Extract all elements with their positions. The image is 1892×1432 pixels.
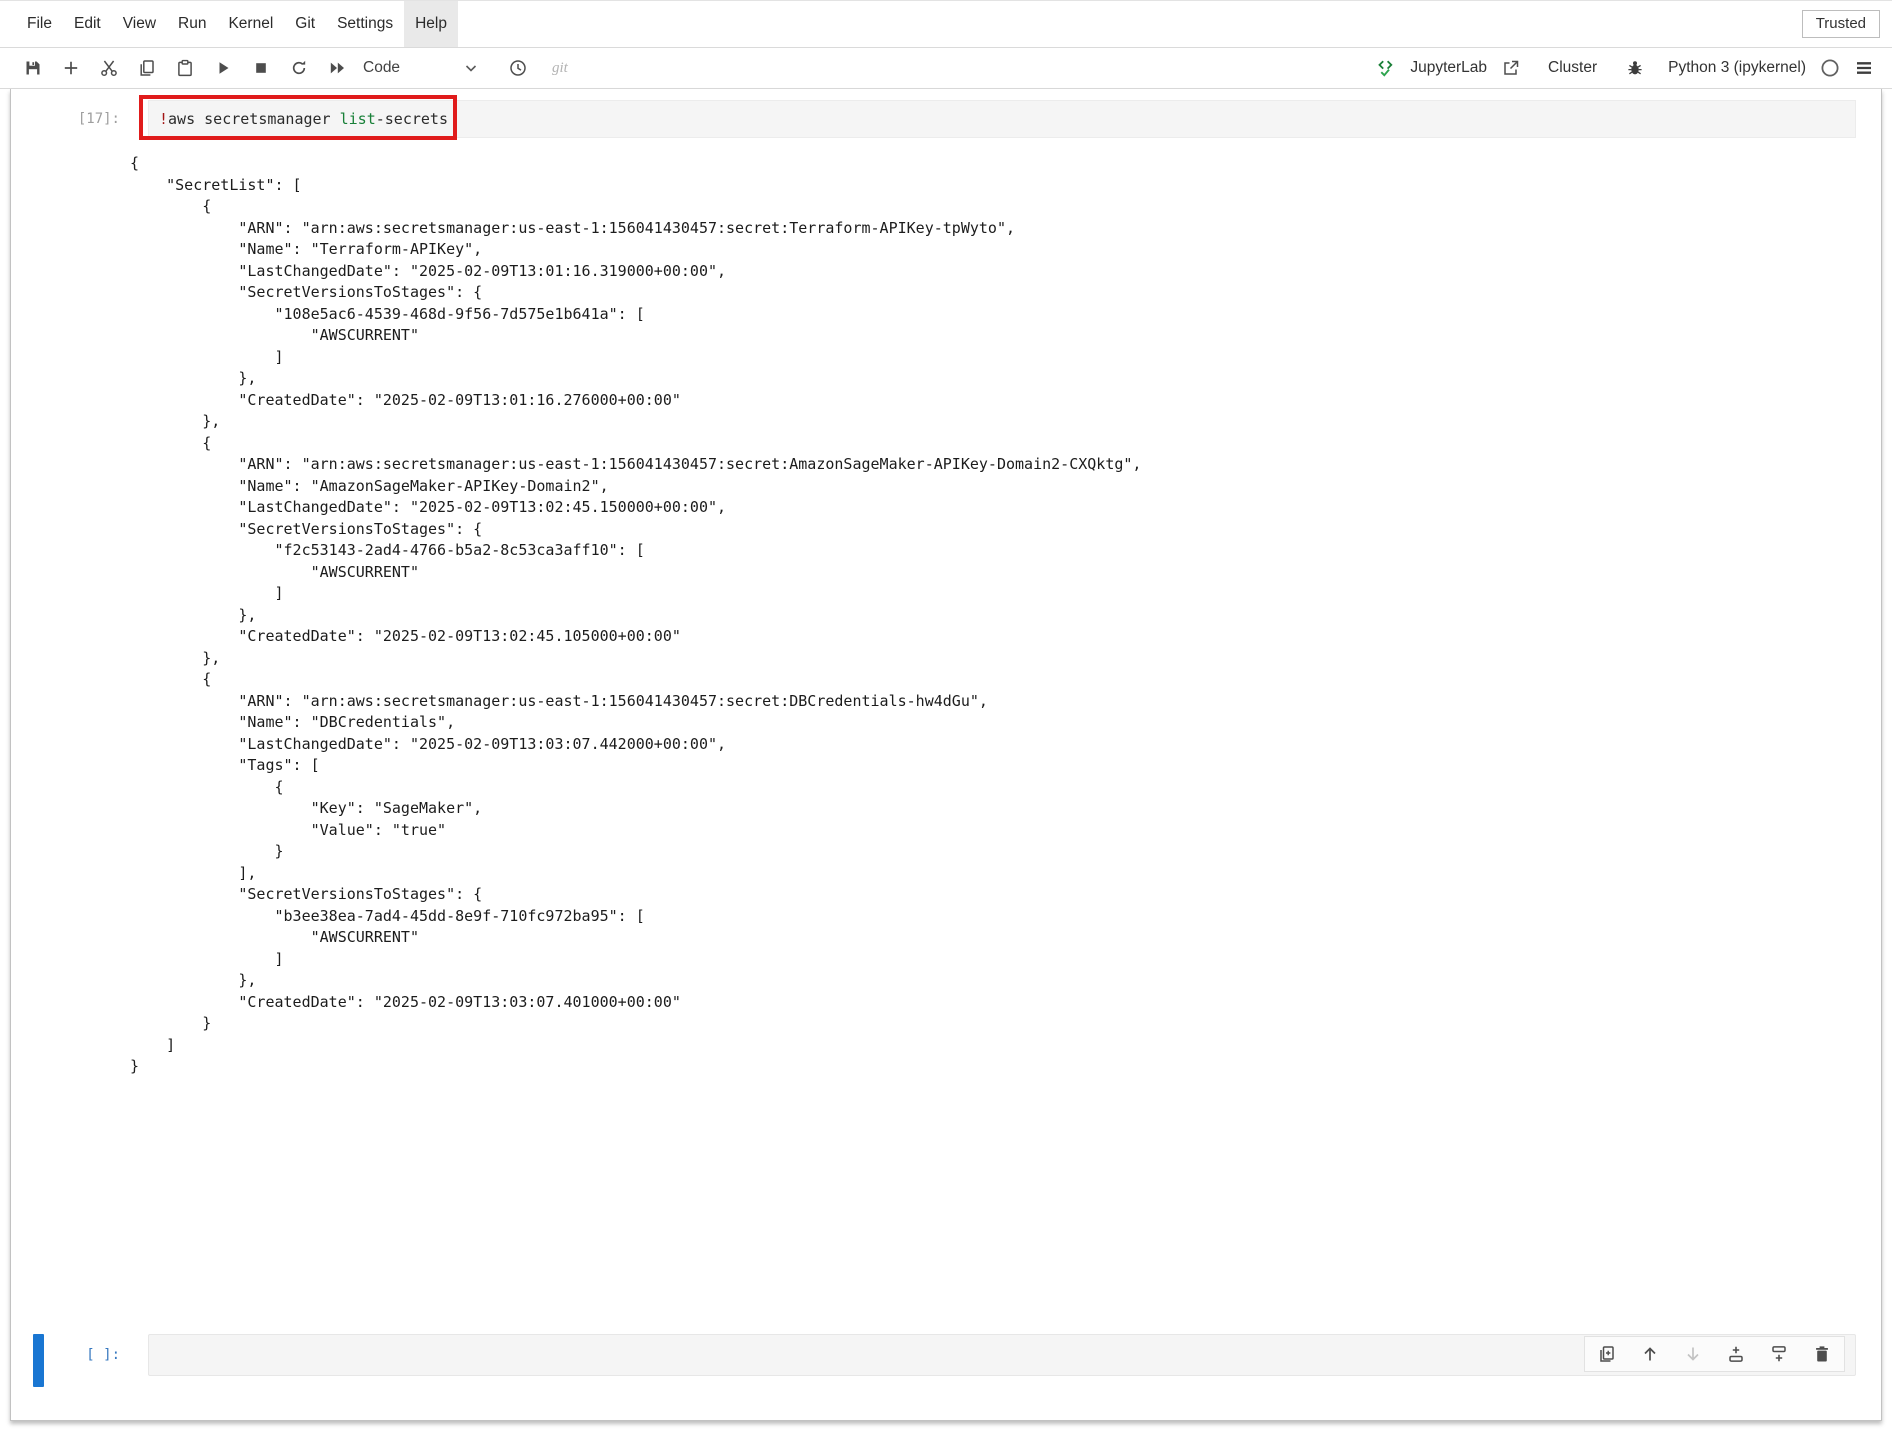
empty-cell-prompt: [ ]: — [11, 1334, 148, 1390]
code-cell: [17]: !aws secretsmanager list-secrets — [11, 89, 1881, 138]
chevron-down-icon — [460, 58, 481, 79]
trusted-button[interactable]: Trusted — [1802, 10, 1880, 38]
execution-count-prompt: [17]: — [11, 100, 148, 138]
notebook-toolbar: Code git JupyterLab Cluster — [0, 48, 1892, 89]
cell-type-select[interactable]: Code — [363, 58, 481, 79]
menu-bar: FileEditViewRunKernelGitSettingsHelp Tru… — [0, 0, 1892, 48]
menu-help[interactable]: Help — [404, 1, 458, 47]
duplicate-cell-icon[interactable] — [1597, 1344, 1617, 1364]
menu-view[interactable]: View — [112, 1, 167, 47]
menu-git[interactable]: Git — [284, 1, 326, 47]
restart-kernel-icon[interactable] — [288, 58, 309, 79]
insert-cell-below-icon[interactable] — [1769, 1344, 1789, 1364]
run-all-icon[interactable] — [326, 58, 347, 79]
cut-cell-icon[interactable] — [98, 58, 119, 79]
copy-cell-icon[interactable] — [136, 58, 157, 79]
cell-type-label: Code — [363, 59, 400, 77]
cell-gap — [11, 1078, 1881, 1334]
save-icon[interactable] — [22, 58, 43, 79]
menu-edit[interactable]: Edit — [63, 1, 112, 47]
code-check-icon — [1376, 58, 1397, 79]
paste-cell-icon[interactable] — [174, 58, 195, 79]
jupyterlab-link-label[interactable]: JupyterLab — [1410, 59, 1487, 77]
menu-settings[interactable]: Settings — [326, 1, 404, 47]
cell-output: { "SecretList": [ { "ARN": "arn:aws:secr… — [130, 153, 1881, 1078]
run-icon[interactable] — [212, 58, 233, 79]
move-cell-down-icon[interactable] — [1683, 1344, 1703, 1364]
empty-code-cell: [ ]: — [11, 1334, 1881, 1390]
cell-toolbar — [1584, 1336, 1845, 1372]
insert-cell-above-icon[interactable] — [1726, 1344, 1746, 1364]
red-annotation-box — [139, 95, 457, 140]
move-cell-up-icon[interactable] — [1640, 1344, 1660, 1364]
git-status-indicator: git — [552, 60, 568, 77]
debugger-bug-icon[interactable] — [1624, 58, 1645, 79]
cluster-link-label[interactable]: Cluster — [1548, 59, 1597, 77]
delete-cell-icon[interactable] — [1812, 1344, 1832, 1364]
menu-file[interactable]: File — [16, 1, 63, 47]
menu-kernel[interactable]: Kernel — [217, 1, 284, 47]
toolbar-left-icons — [22, 58, 347, 79]
external-link-icon[interactable] — [1500, 58, 1521, 79]
menu-bar-items: FileEditViewRunKernelGitSettingsHelp — [16, 1, 458, 47]
notebook-panel: [17]: !aws secretsmanager list-secrets {… — [10, 89, 1882, 1421]
kernel-name-label[interactable]: Python 3 (ipykernel) — [1668, 59, 1806, 77]
add-cell-icon[interactable] — [60, 58, 81, 79]
notebook-menu-hamburger-icon[interactable] — [1853, 58, 1874, 79]
menu-run[interactable]: Run — [167, 1, 217, 47]
active-cell-indicator[interactable] — [33, 1334, 44, 1387]
history-clock-icon[interactable] — [507, 58, 528, 79]
kernel-status-icon[interactable] — [1819, 58, 1840, 79]
stop-icon[interactable] — [250, 58, 271, 79]
